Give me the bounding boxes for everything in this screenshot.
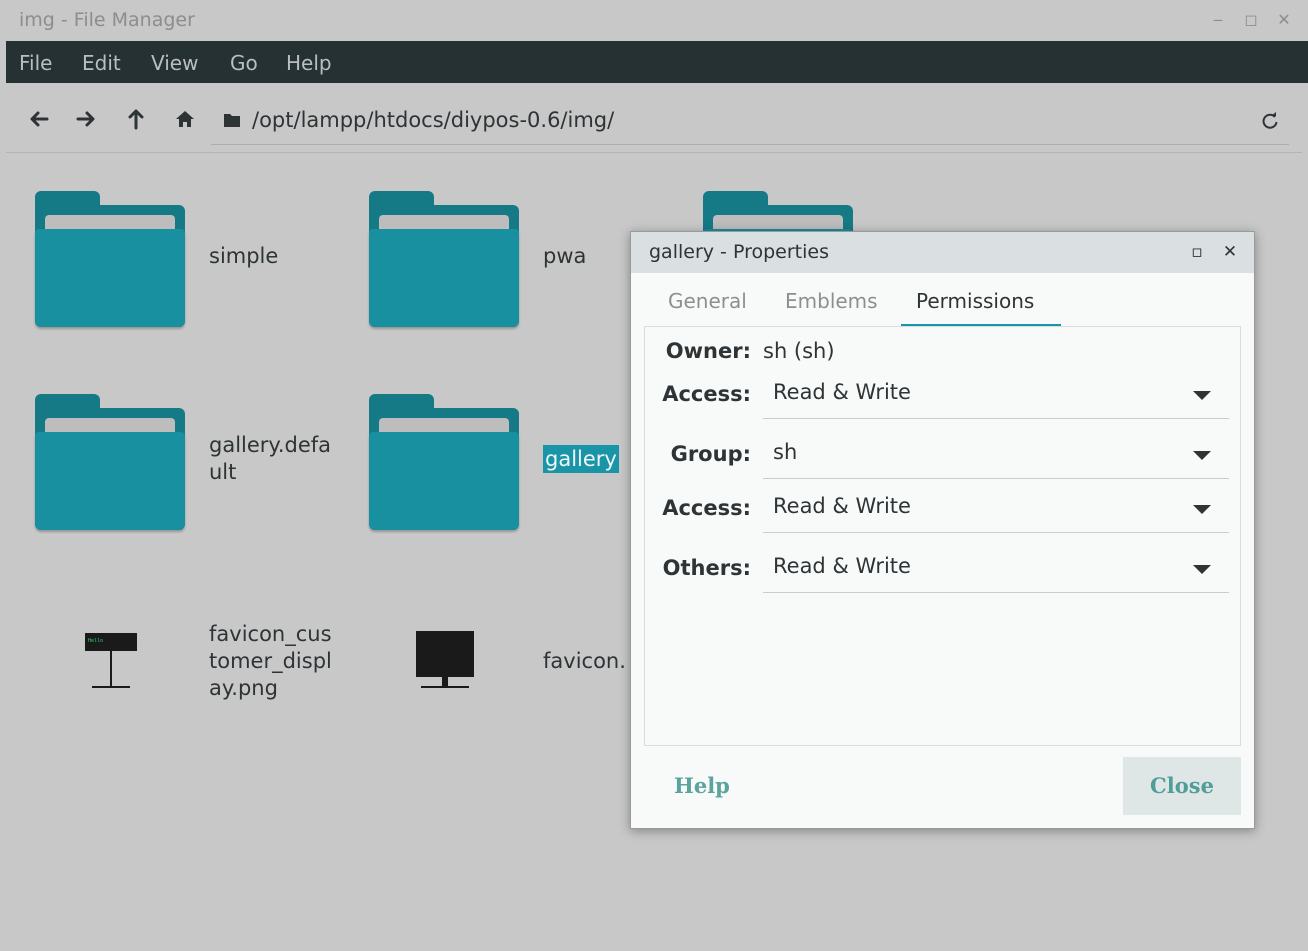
close-button[interactable]: Close xyxy=(1123,757,1241,815)
up-arrow-icon[interactable] xyxy=(124,107,148,131)
customer-display-image-icon: Hello xyxy=(85,633,137,688)
file-label: gallery.defa ult xyxy=(209,433,332,484)
window-title: img - File Manager xyxy=(19,9,195,31)
forward-arrow-icon[interactable] xyxy=(74,107,98,131)
folder-icon xyxy=(224,114,240,127)
group-access-select[interactable]: Read & Write xyxy=(763,485,1229,533)
owner-label: Owner: xyxy=(665,339,751,363)
group-label: Group: xyxy=(670,442,751,466)
dialog-title: gallery - Properties xyxy=(649,241,829,263)
owner-access-value: Read & Write xyxy=(773,380,911,404)
properties-dialog: gallery - Properties ▫ ✕ General Emblems… xyxy=(630,231,1255,829)
file-label: favicon. xyxy=(543,649,626,673)
folder-icon xyxy=(35,394,185,530)
owner-access-select[interactable]: Read & Write xyxy=(763,371,1229,419)
toolbar: /opt/lampp/htdocs/diypos-0.6/img/ xyxy=(6,83,1302,153)
location-bar[interactable]: /opt/lampp/htdocs/diypos-0.6/img/ xyxy=(211,101,1289,145)
location-path[interactable]: /opt/lampp/htdocs/diypos-0.6/img/ xyxy=(252,108,614,132)
menu-view[interactable]: View xyxy=(151,51,198,75)
dropdown-arrow-icon xyxy=(1193,391,1211,400)
close-icon[interactable]: ✕ xyxy=(1274,10,1294,30)
file-label: pwa xyxy=(543,244,587,268)
reload-icon[interactable] xyxy=(1261,112,1279,130)
group-select[interactable]: sh xyxy=(763,431,1229,479)
tab-permissions[interactable]: Permissions xyxy=(916,289,1034,313)
folder-icon xyxy=(369,394,519,530)
window-titlebar: img - File Manager ‒ ◻ ✕ xyxy=(0,0,1308,41)
folder-icon xyxy=(369,191,519,327)
file-label-text: gallery xyxy=(543,445,619,473)
owner-access-label: Access: xyxy=(662,382,751,406)
others-label: Others: xyxy=(662,556,751,580)
menu-help[interactable]: Help xyxy=(286,51,332,75)
maximize-icon[interactable]: ◻ xyxy=(1241,10,1261,30)
back-arrow-icon[interactable] xyxy=(27,107,51,131)
close-icon[interactable]: ✕ xyxy=(1220,242,1240,262)
dropdown-arrow-icon xyxy=(1193,451,1211,460)
dialog-titlebar: gallery - Properties ▫ ✕ xyxy=(631,232,1254,273)
help-button[interactable]: Help xyxy=(674,773,730,798)
others-access-value: Read & Write xyxy=(773,554,911,578)
file-label: simple xyxy=(209,244,279,268)
owner-value: sh (sh) xyxy=(763,339,835,363)
menu-go[interactable]: Go xyxy=(230,51,258,75)
group-access-label: Access: xyxy=(662,496,751,520)
maximize-icon[interactable]: ▫ xyxy=(1187,242,1207,262)
file-label: gallery xyxy=(543,445,619,473)
others-access-select[interactable]: Read & Write xyxy=(763,545,1229,593)
menu-edit[interactable]: Edit xyxy=(82,51,121,75)
tab-bar: General Emblems Permissions xyxy=(631,273,1254,328)
folder-icon xyxy=(35,191,185,327)
dropdown-arrow-icon xyxy=(1193,505,1211,514)
group-value: sh xyxy=(773,440,798,464)
dropdown-arrow-icon xyxy=(1193,565,1211,574)
home-icon[interactable] xyxy=(173,107,197,131)
tab-emblems[interactable]: Emblems xyxy=(785,289,878,313)
monitor-image-icon xyxy=(416,631,474,688)
menu-file[interactable]: File xyxy=(19,51,52,75)
minimize-icon[interactable]: ‒ xyxy=(1208,10,1228,30)
tab-general[interactable]: General xyxy=(668,289,747,313)
group-access-value: Read & Write xyxy=(773,494,911,518)
permissions-pane: Owner: sh (sh) Access: Read & Write Grou… xyxy=(644,326,1241,746)
file-label: favicon_cus tomer_displ ay.png xyxy=(209,622,332,700)
svg-text:Hello: Hello xyxy=(88,638,103,644)
menubar: File Edit View Go Help xyxy=(6,41,1308,83)
